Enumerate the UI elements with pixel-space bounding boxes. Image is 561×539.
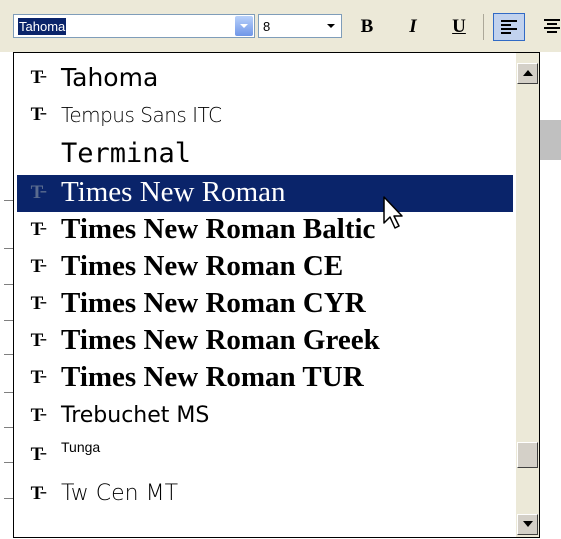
font-item-label: Tunga	[61, 439, 101, 455]
align-left-icon	[501, 20, 517, 34]
align-left-button[interactable]	[493, 13, 525, 41]
font-item-label: Times New Roman TUR	[61, 361, 364, 393]
font-item-label: Times New Roman Baltic	[61, 213, 376, 245]
font-list-item-times-new-roman-greek[interactable]: T̵ Times New Roman Greek	[17, 323, 513, 360]
truetype-icon: T̵	[30, 483, 44, 504]
gridline-tick	[4, 392, 13, 393]
font-list-item-trebuchet-ms[interactable]: T̵ Trebuchet MS	[17, 399, 513, 436]
font-item-label: Tempus Sans ITC	[61, 103, 222, 127]
document-background	[540, 120, 561, 160]
font-size-dropdown-button[interactable]	[321, 15, 341, 37]
truetype-icon: T̵	[30, 367, 44, 388]
gridline-tick	[4, 354, 13, 355]
toolbar-separator	[483, 14, 484, 40]
align-center-icon	[544, 19, 560, 33]
italic-button[interactable]: I	[398, 14, 428, 40]
gridline-tick	[4, 248, 13, 249]
font-item-label: Terminal	[61, 138, 192, 169]
document-margin	[0, 52, 13, 539]
font-list-item-times-new-roman-cyr[interactable]: T̵ Times New Roman CYR	[17, 286, 513, 323]
scrollbar-thumb[interactable]	[517, 442, 538, 468]
font-size-combobox[interactable]: 8	[258, 14, 342, 38]
gridline-tick	[4, 427, 13, 428]
gridline-tick	[4, 284, 13, 285]
bold-button[interactable]: B	[352, 14, 382, 40]
gridline-tick	[4, 498, 13, 499]
truetype-icon: T̵	[30, 293, 44, 314]
align-center-button[interactable]	[537, 13, 561, 41]
font-name-input[interactable]: Tahoma	[18, 18, 67, 35]
font-list-item-terminal[interactable]: Terminal	[17, 136, 513, 173]
font-size-input[interactable]: 8	[263, 18, 270, 35]
formatting-toolbar: Tahoma 8 B I U	[0, 0, 561, 52]
truetype-icon: T̵	[30, 405, 44, 426]
font-list-item-times-new-roman-tur[interactable]: T̵ Times New Roman TUR	[17, 360, 513, 397]
font-list-item-tunga[interactable]: T̵ Tunga	[17, 434, 513, 471]
arrow-down-icon	[523, 521, 533, 527]
font-item-label: Times New Roman CYR	[61, 287, 366, 319]
font-item-label: Times New Roman CE	[61, 250, 344, 282]
font-item-label: Times New Roman Greek	[61, 324, 380, 356]
arrow-up-icon	[523, 70, 533, 76]
font-list-item-tahoma[interactable]: T̵ Tahoma	[17, 60, 513, 97]
truetype-icon: T̵	[30, 444, 44, 465]
truetype-icon: T̵	[30, 219, 44, 240]
gridline-tick	[4, 462, 13, 463]
scroll-down-button[interactable]	[517, 514, 538, 535]
font-list-item-times-new-roman[interactable]: T̵ Times New Roman	[17, 175, 513, 212]
font-item-label: Times New Roman	[61, 176, 286, 208]
underline-button[interactable]: U	[444, 14, 474, 40]
truetype-icon: T̵	[30, 330, 44, 351]
chevron-down-icon	[240, 24, 248, 28]
font-name-combobox[interactable]: Tahoma	[13, 14, 255, 38]
mouse-cursor-icon	[383, 196, 403, 229]
vertical-scrollbar[interactable]	[516, 53, 539, 537]
font-item-label: Tahoma	[61, 63, 159, 92]
font-list-item-tempus-sans-itc[interactable]: T̵ Tempus Sans ITC	[17, 97, 513, 134]
font-list-item-times-new-roman-baltic[interactable]: T̵ Times New Roman Baltic	[17, 212, 513, 249]
truetype-icon: T̵	[30, 182, 44, 203]
chevron-down-icon	[327, 24, 335, 28]
truetype-icon: T̵	[30, 67, 44, 88]
gridline-tick	[4, 320, 13, 321]
gridline-tick	[4, 200, 13, 201]
scroll-up-button[interactable]	[517, 63, 538, 84]
font-list-item-times-new-roman-ce[interactable]: T̵ Times New Roman CE	[17, 249, 513, 286]
font-name-dropdown-list[interactable]: T̵ Tahoma T̵ Tempus Sans ITC Terminal T̵…	[13, 52, 540, 538]
font-item-label: Trebuchet MS	[61, 403, 210, 428]
font-item-label: Tw Cen MT	[61, 481, 179, 506]
truetype-icon: T̵	[30, 104, 44, 125]
font-name-dropdown-button[interactable]	[235, 16, 253, 36]
font-list-item-tw-cen-mt[interactable]: T̵ Tw Cen MT	[17, 478, 513, 515]
truetype-icon: T̵	[30, 256, 44, 277]
